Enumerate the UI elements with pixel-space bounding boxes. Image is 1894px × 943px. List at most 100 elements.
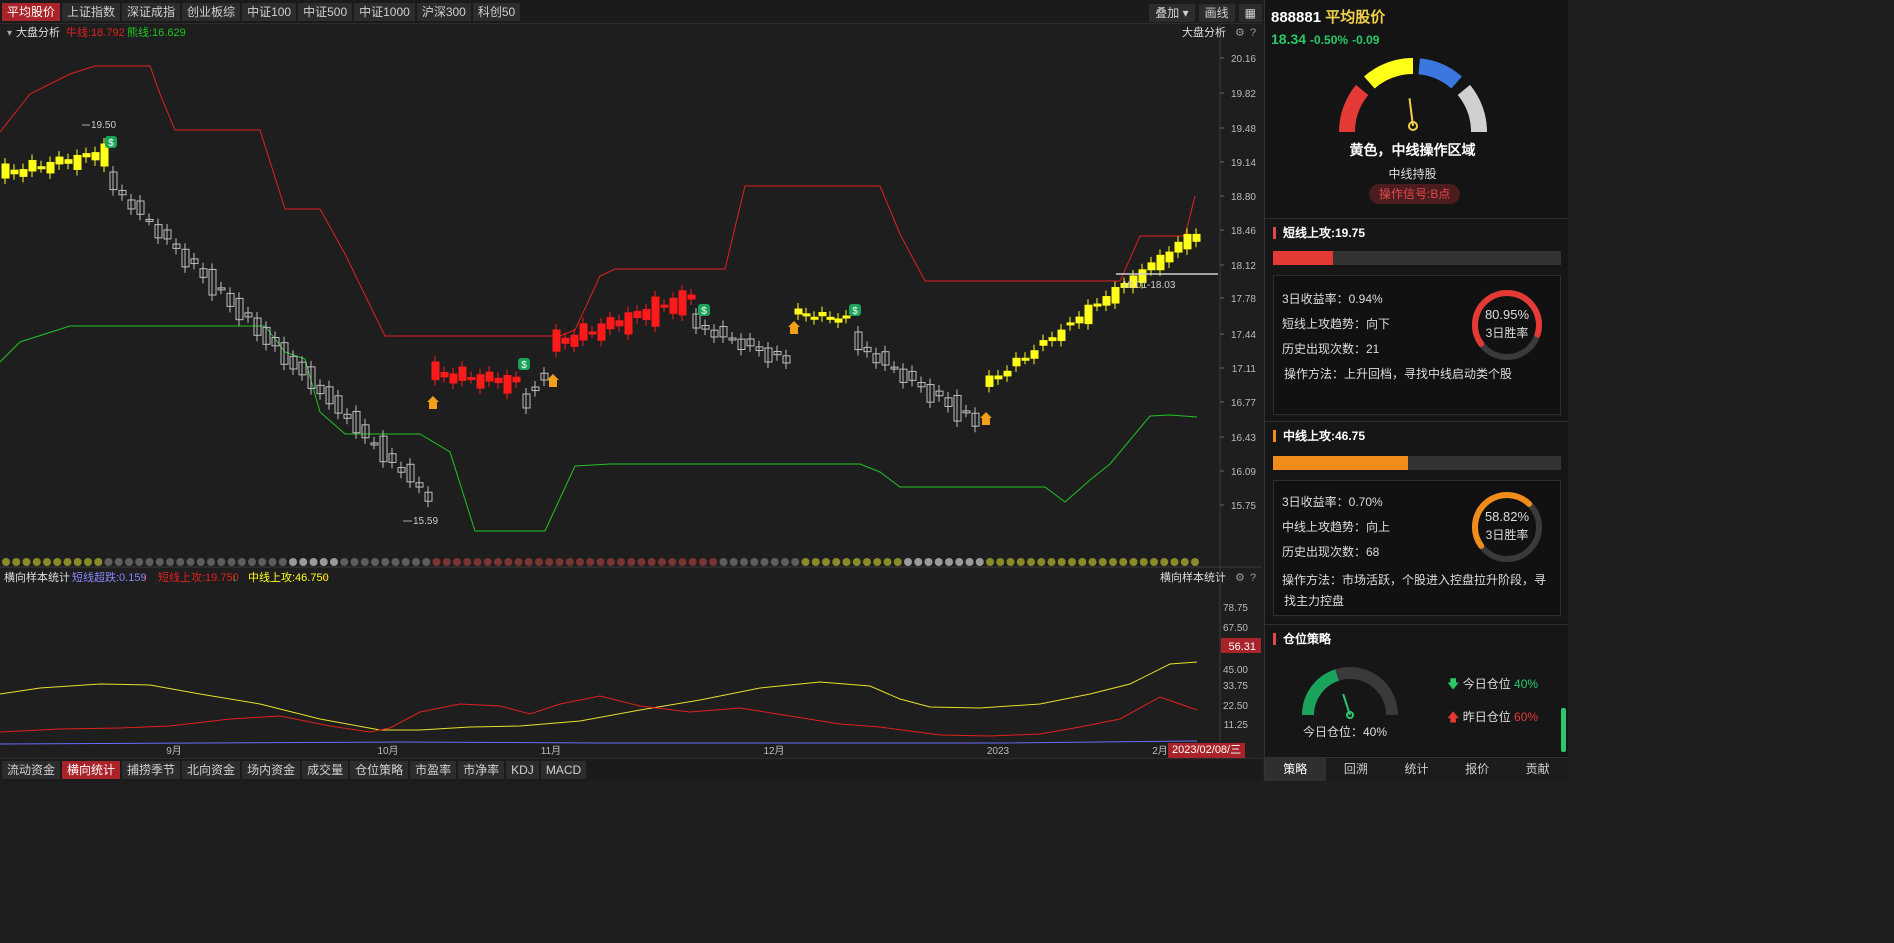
status-dot: [904, 558, 912, 566]
top-tab[interactable]: 中证1000: [354, 2, 415, 21]
status-dot: [84, 558, 92, 566]
nav-tab[interactable]: 策略: [1265, 758, 1326, 781]
gauge-hint: 中线持股: [1388, 167, 1437, 181]
status-dot: [494, 558, 502, 566]
overlay-button[interactable]: 叠加 ▾: [1149, 4, 1195, 22]
chart-area[interactable]: ▾ 大盘分析 牛线:18.792 熊线:16.629 大盘分析 ⚙? 20.16 19.82 1…: [0, 24, 1262, 759]
candle: [615, 320, 624, 327]
status-dot: [504, 558, 513, 566]
candle: [570, 334, 579, 347]
status-dot: [996, 558, 1005, 566]
info-line: 历史出现次数：68: [1282, 545, 1380, 559]
candle: [624, 312, 633, 335]
layout-icon[interactable]: ▦: [1238, 4, 1262, 22]
status-dot: [166, 558, 174, 566]
status-dot: [781, 558, 789, 566]
status-dot: [637, 558, 646, 566]
bottom-tab[interactable]: 市净率: [458, 761, 505, 779]
candle: [64, 159, 73, 164]
bottom-tab[interactable]: 北向资金: [182, 761, 241, 779]
status-dot: [668, 558, 677, 566]
candle: [1048, 337, 1057, 342]
top-tab[interactable]: 中证100: [242, 2, 297, 21]
nav-tab[interactable]: 贡献: [1507, 758, 1568, 781]
status-dot: [227, 558, 236, 566]
status-dot: [740, 558, 748, 566]
bottom-tab[interactable]: KDJ: [506, 761, 539, 779]
position-gauge-label: 今日仓位：40%: [1303, 725, 1388, 739]
status-dot: [1016, 558, 1025, 566]
help-icon: ?: [1250, 27, 1256, 39]
draw-line-button[interactable]: 画线: [1198, 4, 1235, 22]
status-dot: [975, 558, 984, 566]
status-dot: [1088, 558, 1097, 566]
status-dot: [545, 558, 554, 566]
price-tick-label: 16.43: [1231, 433, 1256, 444]
price-tick-label: 16.77: [1231, 398, 1256, 409]
bottom-tab[interactable]: MACD: [540, 761, 587, 779]
yesterday-position: 🡅 昨日仓位 60%: [1447, 710, 1539, 724]
date-axis-label: 11月: [541, 745, 561, 757]
sub-tick-label: 78.75: [1223, 603, 1248, 614]
status-dot: [965, 558, 974, 566]
top-tab[interactable]: 科创50: [472, 2, 521, 21]
today-position: 🡇 今日仓位 40%: [1447, 677, 1539, 691]
bear-line-label: 熊线:16.629: [127, 25, 186, 39]
status-dot: [1180, 558, 1189, 566]
status-dot: [1037, 558, 1046, 566]
candle: [1003, 370, 1012, 377]
mid-attack-section: 中线上攻:46.75 3日收益率：0.70% 中线上攻趋势：向上 历史出现次数：…: [1265, 421, 1568, 621]
nav-tab[interactable]: 统计: [1386, 758, 1447, 781]
status-dot: [658, 558, 666, 566]
sub-chart-title: 横向样本统计: [4, 570, 70, 584]
right-nav-tabs: 策略 回溯 统计 报价 贡献: [1265, 757, 1568, 781]
top-tab[interactable]: 中证500: [298, 2, 353, 21]
candle: [1030, 350, 1039, 359]
top-tab[interactable]: 上证指数: [62, 2, 121, 21]
bottom-tab[interactable]: 成交量: [302, 761, 349, 779]
candle: [467, 377, 476, 381]
bottom-tab[interactable]: 仓位策略: [350, 761, 409, 779]
price-tick-label: 18.46: [1231, 226, 1256, 237]
indicator-name: 大盘分析: [16, 25, 60, 39]
candle: [802, 313, 811, 317]
bottom-tab[interactable]: 横向统计: [62, 761, 121, 779]
status-dot: [1078, 558, 1087, 566]
short-attack-section: 短线上攻:19.75 3日收益率：0.94% 短线上攻趋势：向下 历史出现次数：…: [1265, 218, 1568, 418]
chevron-down-icon: ▾: [1182, 6, 1189, 20]
top-tab[interactable]: 平均股价: [2, 2, 61, 21]
bottom-tab[interactable]: 场内资金: [242, 761, 301, 779]
candle: [431, 361, 440, 381]
candle: [669, 297, 678, 314]
status-dot: [289, 558, 297, 566]
status-dot: [176, 558, 185, 566]
candle: [1183, 233, 1192, 250]
candlestick-chart[interactable]: ▾ 大盘分析 牛线:18.792 熊线:16.629 大盘分析 ⚙ ?20.1619.821…: [0, 24, 1262, 759]
candle: [503, 375, 512, 394]
bottom-tab[interactable]: 流动资金: [2, 761, 61, 779]
top-tab[interactable]: 沪深300: [416, 2, 471, 21]
candle: [1057, 329, 1066, 342]
sub-tick-label: 67.50: [1223, 623, 1248, 634]
status-dot: [12, 558, 21, 566]
candle: [842, 315, 851, 319]
scrollbar[interactable]: [1561, 708, 1566, 752]
bottom-tab[interactable]: 市盈率: [410, 761, 457, 779]
status-dot: [1170, 558, 1179, 566]
nav-tab[interactable]: 回溯: [1326, 758, 1387, 781]
candle: [985, 375, 994, 387]
top-tab[interactable]: 创业板综: [182, 2, 241, 21]
candle: [1075, 316, 1084, 324]
short-attack-title: 短线上攻:19.75: [1273, 227, 1365, 239]
mid-info-box: 3日收益率：0.70% 中线上攻趋势：向上 历史出现次数：68 操作方法：市场活…: [1273, 480, 1561, 616]
status-dot: [53, 558, 62, 566]
chevron-down-icon: ▾: [7, 28, 12, 39]
status-dot: [196, 558, 205, 566]
status-dot: [678, 558, 687, 566]
nav-tab[interactable]: 报价: [1447, 758, 1508, 781]
top-tab[interactable]: 深证成指: [122, 2, 181, 21]
candle: [512, 376, 521, 383]
sub-tick-label: 45.00: [1223, 665, 1248, 676]
status-dot: [432, 558, 441, 566]
bottom-tab[interactable]: 捕捞季节: [122, 761, 181, 779]
